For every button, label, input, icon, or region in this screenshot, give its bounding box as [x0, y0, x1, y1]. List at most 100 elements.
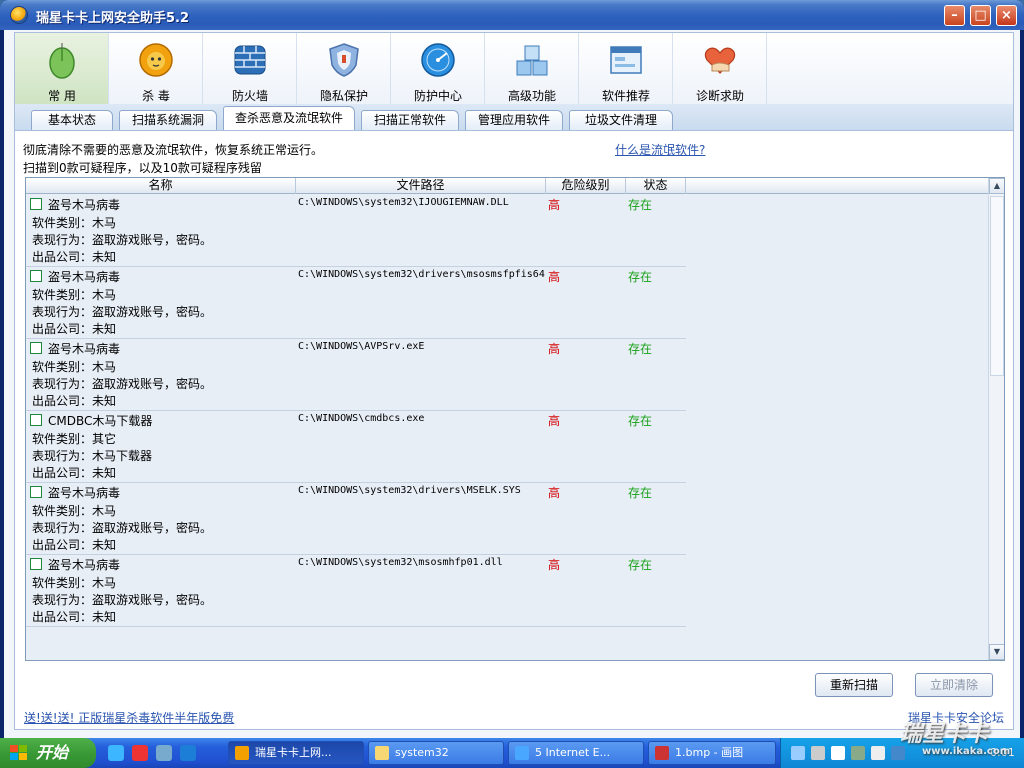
- vertical-scrollbar[interactable]: ▲ ▼: [988, 178, 1004, 660]
- threat-path: C:\WINDOWS\system32\drivers\msosmsfpfis6…: [298, 269, 545, 280]
- watermark-url: www.ikaka.com: [922, 746, 1011, 757]
- close-button[interactable]: ×: [996, 5, 1017, 26]
- threat-behavior: 表现行为：木马下载器: [32, 449, 153, 463]
- quicklaunch-show-desktop-icon[interactable]: [108, 745, 124, 761]
- toolbar-item-common[interactable]: 常 用: [15, 33, 109, 105]
- window-icon: [610, 46, 642, 74]
- scroll-up-icon[interactable]: ▲: [989, 178, 1004, 194]
- task-folder-system32[interactable]: system32: [368, 741, 504, 765]
- threat-category: 软件类别：木马: [32, 216, 117, 230]
- malware-panel: 彻底清除不需要的恶意及流氓软件，恢复系统正常运行。 扫描到0款可疑程序，以及10…: [14, 130, 1014, 730]
- row-checkbox[interactable]: [30, 414, 42, 426]
- scroll-down-icon[interactable]: ▼: [989, 644, 1004, 660]
- threat-vendor: 出品公司：未知: [32, 610, 117, 624]
- table-row[interactable]: 盗号木马病毒 C:\WINDOWS\system32\drivers\MSELK…: [26, 483, 686, 555]
- panel-description: 彻底清除不需要的恶意及流氓软件，恢复系统正常运行。: [23, 143, 324, 157]
- threat-name: CMDBC木马下载器: [48, 414, 153, 428]
- quicklaunch-app-icon[interactable]: [132, 745, 148, 761]
- toolbar-label: 防护中心: [413, 89, 462, 103]
- clear-now-button[interactable]: 立即清除: [915, 673, 993, 697]
- toolbar-item-software[interactable]: 软件推荐: [579, 33, 673, 105]
- tab-strip: 基本状态 扫描系统漏洞 查杀恶意及流氓软件 扫描正常软件 管理应用软件 垃圾文件…: [14, 104, 1014, 130]
- list-header: 名称 文件路径 危险级别 状态: [26, 178, 988, 194]
- task-internet-explorer[interactable]: 5 Internet E...: [508, 741, 644, 765]
- table-row[interactable]: 盗号木马病毒 C:\WINDOWS\system32\drivers\msosm…: [26, 267, 686, 339]
- tray-app-icon[interactable]: [851, 746, 865, 760]
- ie-icon: [515, 746, 529, 760]
- threat-status: 存在: [628, 414, 653, 428]
- threat-level: 高: [548, 342, 561, 356]
- main-toolbar: 常 用 杀 毒 防火墙 隐私保护 防护中心 高级功能 软件推荐 诊断求助: [14, 32, 1014, 105]
- threat-category: 软件类别：其它: [32, 432, 117, 446]
- task-app-kaka[interactable]: 瑞星卡卡上网...: [228, 741, 364, 765]
- window-title: 瑞星卡卡上网安全助手5.2: [36, 11, 190, 26]
- shield-icon: [329, 43, 359, 77]
- scroll-thumb[interactable]: [990, 196, 1004, 376]
- kaka-task-icon: [235, 746, 249, 760]
- toolbar-item-privacy[interactable]: 隐私保护: [297, 33, 391, 105]
- threat-list: 名称 文件路径 危险级别 状态 盗号木马病毒 C:\WINDOWS\system…: [25, 177, 1005, 661]
- threat-vendor: 出品公司：未知: [32, 394, 117, 408]
- tray-network-icon[interactable]: [791, 746, 805, 760]
- tab-scan-normal[interactable]: 扫描正常软件: [361, 110, 459, 130]
- toolbar-label: 诊断求助: [695, 89, 744, 103]
- toolbar-item-antivirus[interactable]: 杀 毒: [109, 33, 203, 105]
- tab-malware-scan[interactable]: 查杀恶意及流氓软件: [223, 106, 355, 130]
- title-bar[interactable]: 瑞星卡卡上网安全助手5.2 – □ ×: [0, 0, 1024, 30]
- row-checkbox[interactable]: [30, 486, 42, 498]
- app-logo-icon: [10, 6, 28, 24]
- threat-level: 高: [548, 558, 561, 572]
- row-checkbox[interactable]: [30, 342, 42, 354]
- toolbar-label: 杀 毒: [142, 89, 170, 103]
- tab-scan-vulnerabilities[interactable]: 扫描系统漏洞: [119, 110, 217, 130]
- threat-level: 高: [548, 414, 561, 428]
- threat-name: 盗号木马病毒: [48, 558, 121, 572]
- threat-status: 存在: [628, 342, 653, 356]
- task-paint[interactable]: 1.bmp - 画图: [648, 741, 776, 765]
- tab-junk-cleanup[interactable]: 垃圾文件清理: [569, 110, 673, 130]
- column-header-name[interactable]: 名称: [26, 178, 296, 194]
- row-checkbox[interactable]: [30, 558, 42, 570]
- threat-behavior: 表现行为：盗取游戏账号，密码。: [32, 521, 213, 535]
- tray-monitor-icon[interactable]: [831, 746, 845, 760]
- start-button[interactable]: 开始: [0, 738, 96, 768]
- column-header-level[interactable]: 危险级别: [546, 178, 626, 194]
- tab-manage-apps[interactable]: 管理应用软件: [465, 110, 563, 130]
- table-row[interactable]: 盗号木马病毒 C:\WINDOWS\system32\msosmhfp01.dl…: [26, 555, 686, 627]
- toolbar-label: 防火墙: [231, 89, 268, 103]
- row-checkbox[interactable]: [30, 198, 42, 210]
- quicklaunch-app2-icon[interactable]: [156, 745, 172, 761]
- threat-path: C:\WINDOWS\cmdbcs.exe: [298, 413, 425, 424]
- threat-status: 存在: [628, 486, 653, 500]
- threat-path: C:\WINDOWS\system32\IJOUGIEMNAW.DLL: [298, 197, 509, 208]
- list-rows: 盗号木马病毒 C:\WINDOWS\system32\IJOUGIEMNAW.D…: [26, 195, 988, 627]
- threat-behavior: 表现行为：盗取游戏账号，密码。: [32, 593, 213, 607]
- table-row[interactable]: 盗号木马病毒 C:\WINDOWS\AVPSrv.exE 高 存在 软件类别：木…: [26, 339, 686, 411]
- threat-category: 软件类别：木马: [32, 504, 117, 518]
- tab-basic-status[interactable]: 基本状态: [31, 110, 113, 130]
- maximize-button[interactable]: □: [970, 5, 991, 26]
- toolbar-label: 高级功能: [507, 89, 556, 103]
- threat-vendor: 出品公司：未知: [32, 322, 117, 336]
- threat-vendor: 出品公司：未知: [32, 466, 117, 480]
- toolbar-item-firewall[interactable]: 防火墙: [203, 33, 297, 105]
- toolbar-item-help[interactable]: 诊断求助: [673, 33, 767, 105]
- promo-link[interactable]: 送!送!送! 正版瑞星杀毒软件半年版免费: [24, 709, 234, 726]
- mouse-icon: [49, 43, 75, 79]
- rescan-button[interactable]: 重新扫描: [815, 673, 893, 697]
- toolbar-label: 隐私保护: [319, 89, 368, 103]
- threat-level: 高: [548, 270, 561, 284]
- minimize-button[interactable]: –: [944, 5, 965, 26]
- table-row[interactable]: CMDBC木马下载器 C:\WINDOWS\cmdbcs.exe 高 存在 软件…: [26, 411, 686, 483]
- column-header-path[interactable]: 文件路径: [296, 178, 546, 194]
- toolbar-item-advanced[interactable]: 高级功能: [485, 33, 579, 105]
- column-header-status[interactable]: 状态: [626, 178, 686, 194]
- row-checkbox[interactable]: [30, 270, 42, 282]
- tray-help-icon[interactable]: [871, 746, 885, 760]
- quicklaunch-ie-icon[interactable]: [180, 745, 196, 761]
- tray-pen-icon[interactable]: [811, 746, 825, 760]
- threat-vendor: 出品公司：未知: [32, 538, 117, 552]
- toolbar-item-protection[interactable]: 防护中心: [391, 33, 485, 105]
- what-is-malware-link[interactable]: 什么是流氓软件?: [615, 141, 705, 158]
- table-row[interactable]: 盗号木马病毒 C:\WINDOWS\system32\IJOUGIEMNAW.D…: [26, 195, 686, 267]
